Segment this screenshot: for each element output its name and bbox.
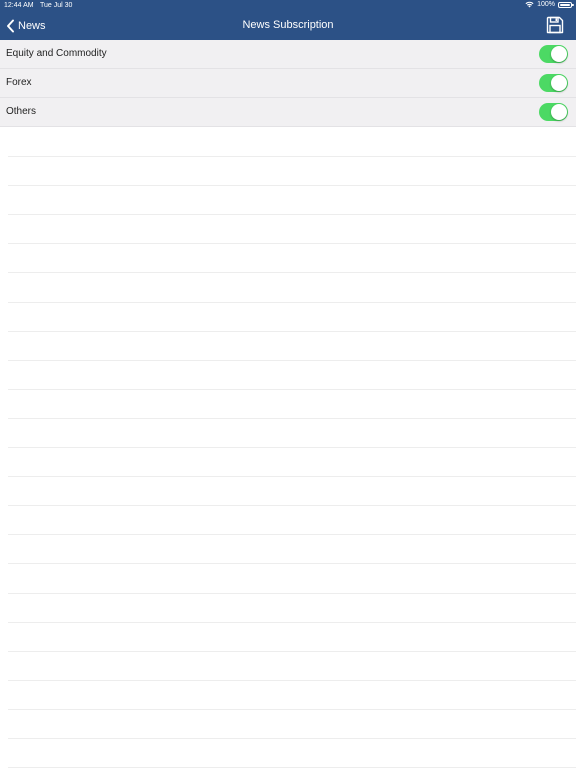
row-separator xyxy=(8,243,576,244)
row-separator xyxy=(8,622,576,623)
row-separator xyxy=(8,360,576,361)
toggle-knob xyxy=(551,75,567,91)
save-button[interactable] xyxy=(546,16,564,34)
status-right: 100% xyxy=(525,1,574,8)
status-date: Tue Jul 30 xyxy=(40,2,73,9)
row-separator xyxy=(8,476,576,477)
empty-table-area xyxy=(0,127,576,768)
toggle-equity-commodity[interactable] xyxy=(539,45,568,63)
row-separator xyxy=(8,185,576,186)
nav-bar: News News Subscription xyxy=(0,11,576,40)
wifi-icon xyxy=(525,1,534,8)
subscription-row-others: Others xyxy=(0,98,576,127)
row-separator xyxy=(8,447,576,448)
row-separator xyxy=(8,534,576,535)
toggle-forex[interactable] xyxy=(539,74,568,92)
subscription-label: Forex xyxy=(6,77,32,88)
subscription-row-equity-commodity: Equity and Commodity xyxy=(0,40,576,69)
battery-icon xyxy=(558,1,574,8)
row-separator xyxy=(8,272,576,273)
row-separator xyxy=(8,418,576,419)
row-separator xyxy=(8,389,576,390)
page-title: News Subscription xyxy=(242,19,334,31)
subscription-row-forex: Forex xyxy=(0,69,576,98)
row-separator xyxy=(8,331,576,332)
row-separator xyxy=(8,302,576,303)
battery-percent: 100% xyxy=(537,1,555,8)
row-separator xyxy=(8,738,576,739)
toggle-knob xyxy=(551,104,567,120)
floppy-disk-icon xyxy=(546,16,564,34)
row-separator xyxy=(8,156,576,157)
row-separator xyxy=(8,651,576,652)
row-separator xyxy=(8,680,576,681)
toggle-others[interactable] xyxy=(539,103,568,121)
row-separator xyxy=(8,214,576,215)
status-bar: 12:44 AM Tue Jul 30 100% xyxy=(0,0,576,11)
row-separator xyxy=(8,593,576,594)
status-time: 12:44 AM xyxy=(4,2,34,9)
app-header: 12:44 AM Tue Jul 30 100% News News Subsc… xyxy=(0,0,576,40)
row-separator xyxy=(8,505,576,506)
subscription-label: Equity and Commodity xyxy=(6,48,107,59)
toggle-knob xyxy=(551,46,567,62)
subscription-label: Others xyxy=(6,106,37,117)
subscription-list: Equity and Commodity Forex Others xyxy=(0,40,576,127)
row-separator xyxy=(8,563,576,564)
row-separator xyxy=(8,709,576,710)
